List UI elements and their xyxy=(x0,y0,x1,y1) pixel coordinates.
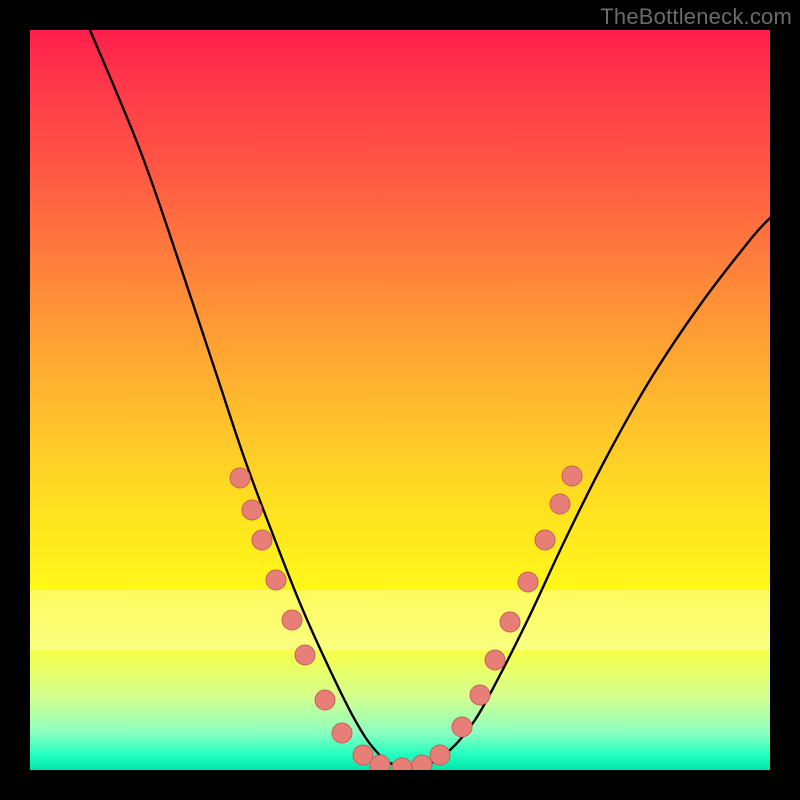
highlight-band xyxy=(30,590,770,650)
curve-dot xyxy=(452,717,472,737)
curve-dot xyxy=(535,530,555,550)
curve-dot xyxy=(485,650,505,670)
curve-dot xyxy=(230,468,250,488)
curve-dot xyxy=(252,530,272,550)
curve-dot xyxy=(332,723,352,743)
chart-svg xyxy=(30,30,770,770)
curve-dot xyxy=(242,500,262,520)
curve-dot xyxy=(470,685,490,705)
curve-dot xyxy=(518,572,538,592)
curve-dot xyxy=(353,745,373,765)
curve-dot xyxy=(315,690,335,710)
chart-plot-area xyxy=(30,30,770,770)
curve-dot xyxy=(412,755,432,770)
curve-dot xyxy=(370,755,390,770)
curve-dot xyxy=(392,758,412,770)
curve-dot xyxy=(266,570,286,590)
bottleneck-curve xyxy=(90,30,770,767)
curve-dot xyxy=(430,745,450,765)
chart-frame: TheBottleneck.com xyxy=(0,0,800,800)
curve-dot xyxy=(550,494,570,514)
curve-dot xyxy=(562,466,582,486)
watermark-text: TheBottleneck.com xyxy=(600,4,792,30)
